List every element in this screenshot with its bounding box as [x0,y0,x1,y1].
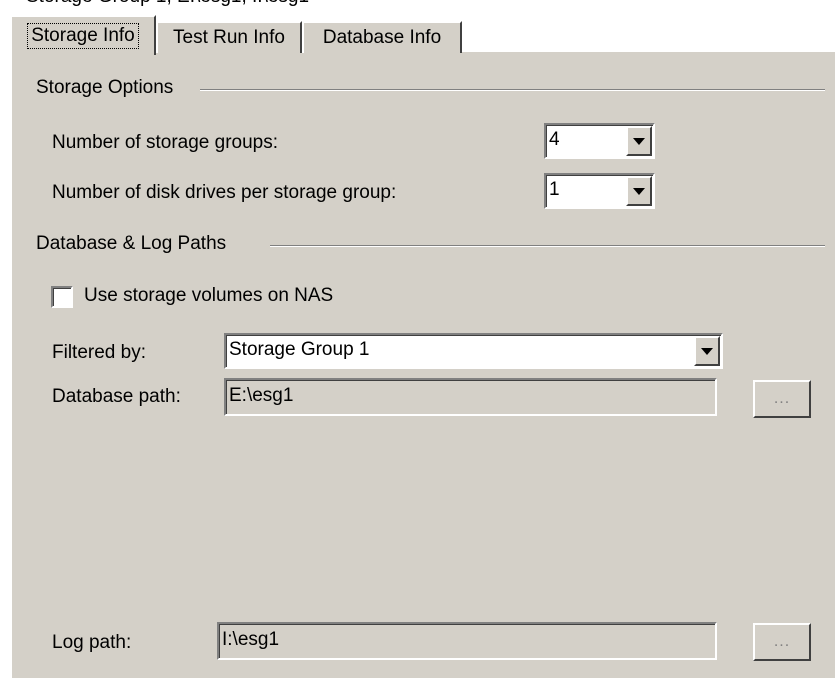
tab-storage-info[interactable]: Storage Info [10,15,156,55]
disk-drives-dropdown-button[interactable] [626,176,652,206]
storage-options-title: Storage Options [36,77,182,99]
chevron-down-icon [701,347,713,355]
tab-test-run-info[interactable]: Test Run Info [156,21,302,53]
filter-value: Storage Group 1 [229,339,370,360]
filter-label: Filtered by: [52,342,146,363]
filter-select[interactable]: Storage Group 1 [224,333,723,369]
tab-database-info[interactable]: Database Info [302,21,462,53]
tab-label: Test Run Info [173,27,285,48]
database-path-value: E:\esg1 [229,385,294,406]
tab-strip: Storage Info Test Run Info Database Info [10,15,835,55]
log-path-label: Log path: [52,632,132,653]
storage-groups-value: 4 [549,129,560,150]
storage-groups-label: Number of storage groups: [52,132,279,153]
disk-drives-value: 1 [549,179,560,200]
chevron-down-icon [633,137,645,145]
database-path-browse-button[interactable]: ... [753,380,811,418]
log-path-browse-button[interactable]: ... [753,623,811,661]
group-divider [270,245,825,247]
tab-label: Storage Info [27,23,139,49]
disk-drives-label: Number of disk drives per storage group: [52,182,397,203]
storage-groups-select[interactable]: 4 [544,123,655,159]
chevron-down-icon [633,187,645,195]
paths-title: Database & Log Paths [36,233,235,255]
window-title-fragment: Storage Group 1, E:\esg1, I:\esg1 [26,0,309,8]
log-path-field[interactable]: I:\esg1 [217,622,717,660]
group-divider [200,89,825,91]
disk-drives-select[interactable]: 1 [544,173,655,209]
tab-label: Database Info [322,27,442,48]
nas-checkbox[interactable] [51,286,73,308]
filter-dropdown-button[interactable] [694,336,720,366]
database-path-field[interactable]: E:\esg1 [224,378,717,416]
log-path-value: I:\esg1 [222,629,280,650]
database-path-label: Database path: [52,386,181,407]
storage-groups-dropdown-button[interactable] [626,126,652,156]
nas-checkbox-label[interactable]: Use storage volumes on NAS [84,285,333,307]
